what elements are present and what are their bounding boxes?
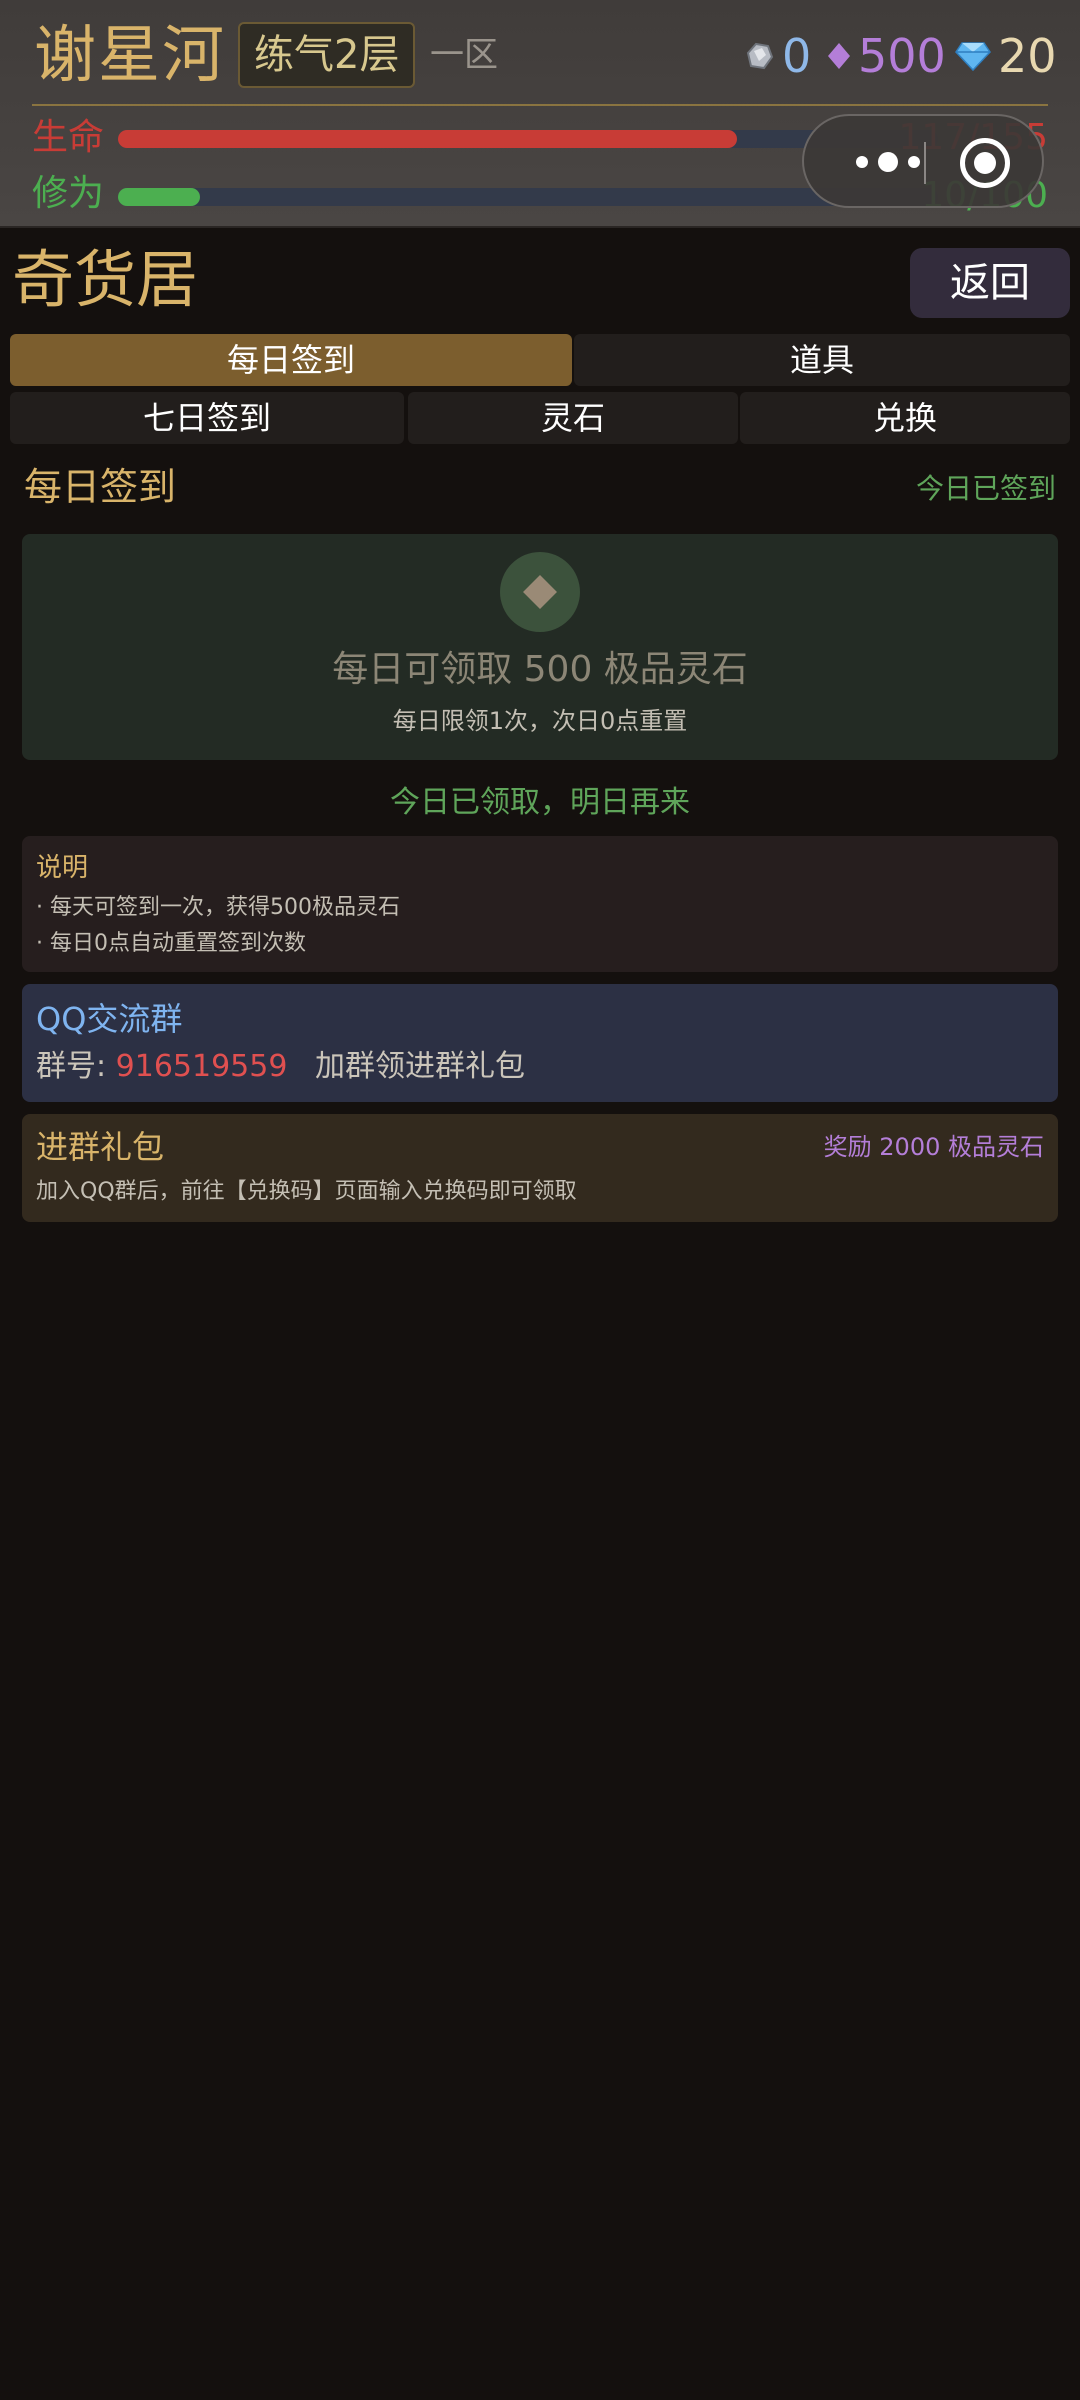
qq-group-card[interactable]: QQ交流群 群号: 916519559 加群领进群礼包 — [22, 984, 1058, 1102]
section-title: 每日签到 — [24, 465, 177, 509]
hp-label: 生命 — [32, 117, 105, 158]
qq-group-suffix: 加群领进群礼包 — [315, 1049, 525, 1084]
qq-group-info: 群号: 916519559 加群领进群礼包 — [36, 1046, 525, 1088]
more-dots-icon-center — [878, 152, 898, 172]
signin-reward-text: 每日可领取 500 极品灵石 — [332, 649, 748, 690]
silver-currency: 0 — [742, 26, 811, 86]
cultivation-label: 修为 — [32, 173, 105, 214]
back-button[interactable]: 返回 — [910, 248, 1070, 318]
group-gift-card: 进群礼包 奖励 2000 极品灵石 加入QQ群后，前往【兑换码】页面输入兑换码即… — [22, 1114, 1058, 1222]
tab-daily-signin[interactable]: 每日签到 — [10, 334, 572, 386]
gem-icon — [955, 42, 991, 72]
daily-signin-card[interactable]: 每日可领取 500 极品灵石 每日限领1次，次日0点重置 — [22, 534, 1058, 760]
more-dots-icon-right — [908, 156, 920, 168]
tab-seven-day-signin[interactable]: 七日签到 — [10, 392, 404, 444]
signin-status: 今日已签到 — [915, 472, 1056, 505]
more-dots-icon — [856, 156, 868, 168]
silver-value: 0 — [782, 29, 812, 83]
more-menu-button[interactable] — [838, 136, 938, 188]
diamond-currency: 20 — [954, 26, 1057, 86]
silver-ore-icon — [746, 42, 774, 70]
tab-exchange[interactable]: 兑换 — [740, 392, 1070, 444]
gift-reward: 奖励 2000 极品灵石 — [823, 1133, 1044, 1161]
player-name: 谢星河 — [34, 18, 227, 91]
tab-items[interactable]: 道具 — [574, 334, 1070, 386]
header-divider — [32, 104, 1048, 106]
instructions-line: · 每日0点自动重置签到次数 — [36, 931, 306, 956]
qq-group-title: QQ交流群 — [36, 1000, 183, 1038]
qq-group-prefix: 群号: — [36, 1049, 107, 1084]
mini-program-capsule — [802, 114, 1044, 208]
zone-label: 一区 — [430, 35, 498, 75]
cultivation-bar-fill — [118, 188, 200, 206]
page-title: 奇货居 — [12, 243, 199, 316]
realm-badge: 练气2层 — [238, 22, 416, 88]
signin-limit-text: 每日限领1次，次日0点重置 — [392, 707, 688, 735]
gift-description: 加入QQ群后，前往【兑换码】页面输入兑换码即可领取 — [36, 1179, 577, 1204]
diamond-token-icon — [500, 552, 580, 632]
claimed-message: 今日已领取，明日再来 — [390, 785, 690, 820]
spirit-stone-value: 500 — [858, 29, 946, 83]
close-target-icon[interactable] — [960, 138, 1010, 188]
diamond-value: 20 — [998, 29, 1057, 83]
hp-bar-fill — [118, 130, 737, 148]
qq-group-number[interactable]: 916519559 — [116, 1049, 288, 1084]
gift-title: 进群礼包 — [36, 1128, 165, 1166]
tab-spirit-stone[interactable]: 灵石 — [408, 392, 738, 444]
status-header: 谢星河 练气2层 一区 0 500 20 生命 117/155 修为 10/10… — [0, 0, 1080, 228]
purple-diamond-icon — [828, 43, 850, 69]
spirit-stone-currency: 500 — [826, 26, 946, 86]
instructions-title: 说明 — [36, 853, 89, 883]
instructions-card: 说明 · 每天可签到一次，获得500极品灵石 · 每日0点自动重置签到次数 — [22, 836, 1058, 972]
capsule-divider — [924, 142, 926, 184]
instructions-line: · 每天可签到一次，获得500极品灵石 — [36, 895, 400, 920]
